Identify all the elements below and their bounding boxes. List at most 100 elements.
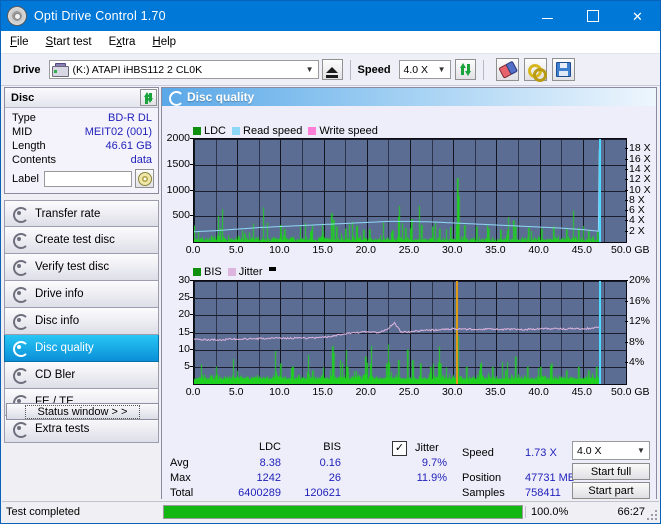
legend-label-ldc: LDC [204,125,226,137]
start-part-button[interactable]: Start part [572,482,650,499]
menu-extra[interactable]: Extra [109,36,136,48]
disc-row-mid-key: MID [12,126,32,138]
legend-swatch-bis [193,268,201,276]
disc-row-contents: Contents data [5,153,158,167]
y2-tick-mark [625,179,628,180]
x-tick-label: 0.0 [169,244,217,256]
save-button[interactable] [552,58,575,81]
resize-grip-icon[interactable] [647,510,657,520]
disc-row-type-key: Type [12,112,36,124]
y2-tick-mark [625,210,628,211]
menu-file[interactable]: File [10,36,29,48]
disc-label-input[interactable] [44,171,132,187]
legend-swatch-write-speed [308,127,316,135]
y2-tick-mark [625,301,628,302]
y2-tick-mark [625,169,628,170]
sidebar-item-drive-info[interactable]: Drive info [4,281,159,308]
tools-icon [528,63,543,77]
stats-row-label-avg: Avg [170,457,189,469]
eject-button[interactable] [322,59,343,80]
gridline-vertical [626,139,627,242]
sidebar-item-disc-info[interactable]: Disc info [4,308,159,335]
x-tick-label: 35.0 [471,386,519,398]
stats-ldc-total: 6400289 [208,487,281,499]
refresh-button[interactable] [455,59,476,80]
y-tick-label: 2000 [167,132,190,144]
menu-start-test[interactable]: Start test [46,36,92,48]
x-tick-label: 20.0 [342,244,390,256]
sidebar-item-transfer-rate[interactable]: Transfer rate [4,200,159,227]
stats-jitter-avg: 9.7% [398,457,447,469]
y2-tick-label: 12% [629,315,650,327]
erase-button[interactable] [496,58,519,81]
start-full-button[interactable]: Start full [572,463,650,480]
samples-stat-label: Samples [462,487,505,499]
stats-header-bis: BIS [293,441,341,453]
y2-tick-label: 4 X [629,214,645,226]
stats-bis-avg: 0.16 [288,457,341,469]
legend-read-speed: Read speed [232,125,302,137]
stats-bis-total: 120621 [280,487,341,499]
stats-bis-max: 26 [288,472,341,484]
sidebar-item-label: Disc quality [35,342,94,354]
y2-tick-label: 8 X [629,194,645,206]
x-tick-label: 25.0 [385,386,433,398]
stats-row-label-total: Total [170,487,193,499]
position-stat-label: Position [462,472,501,484]
sidebar: Disc Type BD-R DL MID MEIT02 (001) [4,87,159,443]
disc-quality-icon [168,91,182,104]
status-window-button[interactable]: Status window > > [6,403,159,420]
y-tick-mark [190,190,193,191]
gridline-vertical [626,281,627,384]
x-tick-label: 35.0 [471,244,519,256]
chevron-down-icon: ▼ [434,65,450,74]
toolbar-divider-1 [350,60,351,80]
tools-button[interactable] [524,58,547,81]
sidebar-item-label: Create test disc [35,234,115,246]
disc-icon [12,233,28,247]
drive-select[interactable]: (K:) ATAPI iHBS112 2 CL0K ▼ [49,60,319,79]
minimize-button[interactable] [525,1,570,31]
speed-label: Speed [358,64,391,76]
disc-panel-header: Disc [5,88,158,108]
x-tick-label: 30.0 [428,386,476,398]
disc-row-contents-value: data [56,154,152,166]
sidebar-item-label: Drive info [35,288,84,300]
sidebar-item-verify-test-disc[interactable]: Verify test disc [4,254,159,281]
speed-select[interactable]: 4.0 X ▼ [399,60,451,79]
status-bar: Test completed 100.0% 66:27 [2,501,659,522]
x-tick-label: 5.0 [212,244,260,256]
test-speed-select[interactable]: 4.0 X ▼ [572,441,650,460]
speed-stat-label: Speed [462,447,494,459]
y2-tick-mark [625,190,628,191]
sidebar-item-label: Verify test disc [35,261,109,273]
jitter-label: Jitter [415,442,439,454]
position-stat-value: 47731 MB [525,472,575,484]
disc-row-length-value: 46.61 GB [46,140,152,152]
x-tick-label: 0.0 [169,386,217,398]
legend-swatch-jitter [228,268,236,276]
jitter-checkbox[interactable]: ✓ [392,441,407,456]
menu-help[interactable]: Help [152,36,176,48]
x-tick-label: 10.0 [255,386,303,398]
close-button[interactable]: ✕ [615,1,660,31]
disc-quality-header: Disc quality [162,88,656,106]
maximize-button[interactable] [570,1,615,31]
disc-quality-panel: Disc quality LDC Read speed Write speed [161,87,657,481]
disc-label-button[interactable] [135,169,154,188]
refresh-icon [143,92,154,103]
legend-label-jitter: Jitter [239,266,263,278]
window-title: Opti Drive Control 1.70 [34,9,525,23]
y-tick-mark [190,297,193,298]
sidebar-item-extra-tests[interactable]: Extra tests [4,416,159,443]
position-cursor [599,139,601,242]
sidebar-item-disc-quality[interactable]: Disc quality [4,335,159,362]
x-tick-label: 15.0 [299,244,347,256]
y-tick-label: 10 [178,343,190,355]
y-tick-mark [190,332,193,333]
chevron-down-icon: ▼ [633,446,649,455]
sidebar-item-create-test-disc[interactable]: Create test disc [4,227,159,254]
sidebar-item-cd-bler[interactable]: CD Bler [4,362,159,389]
disc-refresh-button[interactable] [140,89,157,106]
window-controls: ✕ [525,1,660,31]
